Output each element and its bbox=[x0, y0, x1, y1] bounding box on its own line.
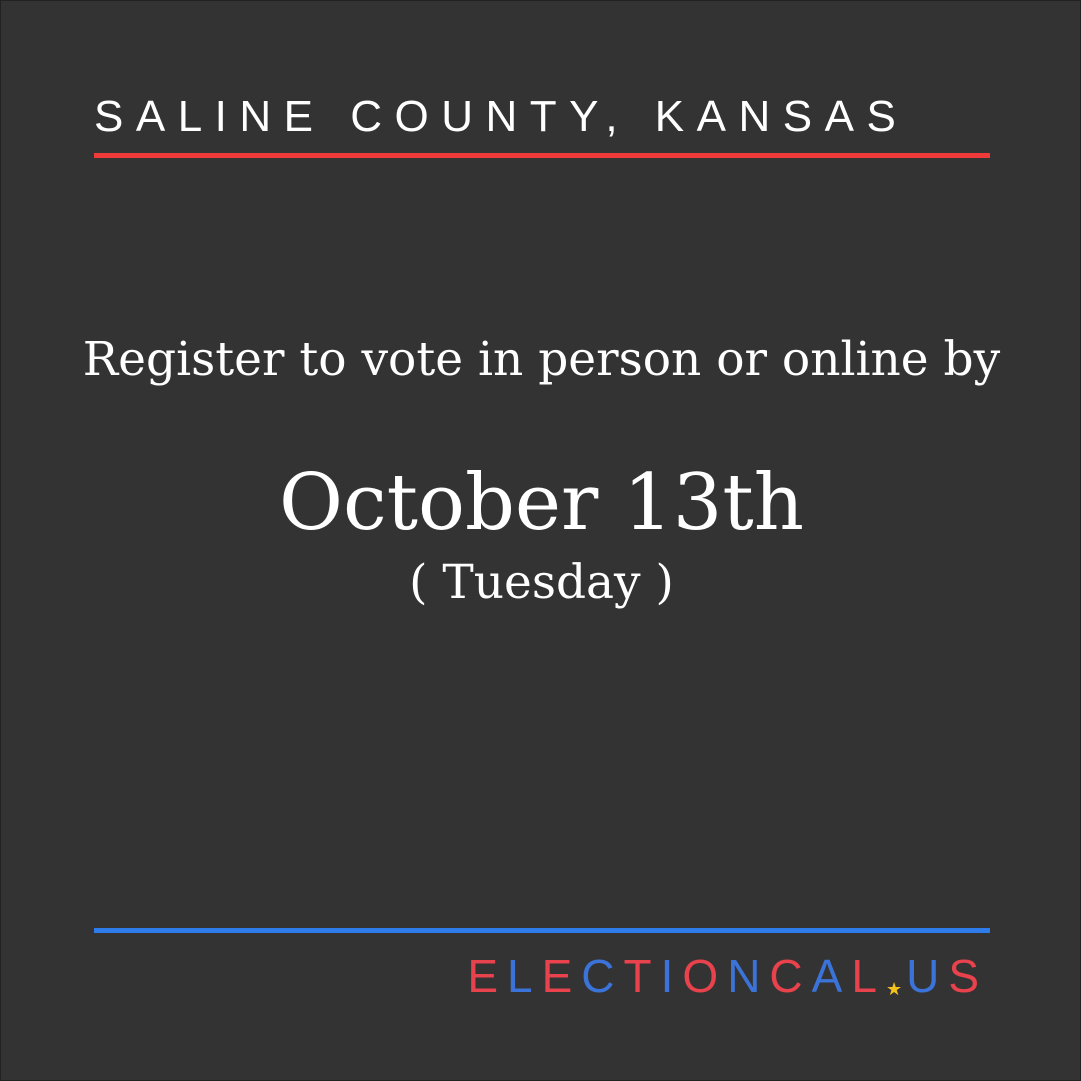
deadline-date: October 13th bbox=[279, 458, 804, 548]
deadline-weekday: ( Tuesday ) bbox=[409, 555, 674, 610]
star-icon: ★ bbox=[885, 978, 907, 999]
brand-letter: C bbox=[581, 950, 624, 1002]
bottom-divider bbox=[94, 928, 990, 933]
brand-letter: A bbox=[811, 950, 852, 1002]
election-card: SALINE COUNTY, KANSAS Register to vote i… bbox=[0, 0, 1081, 1081]
brand-letter: L bbox=[507, 950, 542, 1002]
top-divider bbox=[94, 153, 990, 158]
brand-letter: T bbox=[623, 950, 661, 1002]
registration-message: Register to vote in person or online by bbox=[82, 332, 1001, 387]
brand-letter: L bbox=[851, 950, 886, 1002]
brand-letter: N bbox=[727, 950, 770, 1002]
brand-letter: E bbox=[541, 950, 582, 1002]
location-title: SALINE COUNTY, KANSAS bbox=[94, 92, 909, 141]
brand-letter: U bbox=[906, 950, 949, 1002]
brand-letter: E bbox=[467, 950, 507, 1002]
brand-name: ELECTIONCAL bbox=[467, 949, 886, 1003]
brand-logo: ELECTIONCAL ★ US bbox=[467, 949, 988, 1003]
brand-domain: US bbox=[906, 949, 988, 1003]
brand-letter: S bbox=[948, 950, 988, 1002]
brand-letter: O bbox=[682, 950, 728, 1002]
brand-letter: C bbox=[769, 950, 812, 1002]
brand-letter: I bbox=[660, 950, 683, 1002]
